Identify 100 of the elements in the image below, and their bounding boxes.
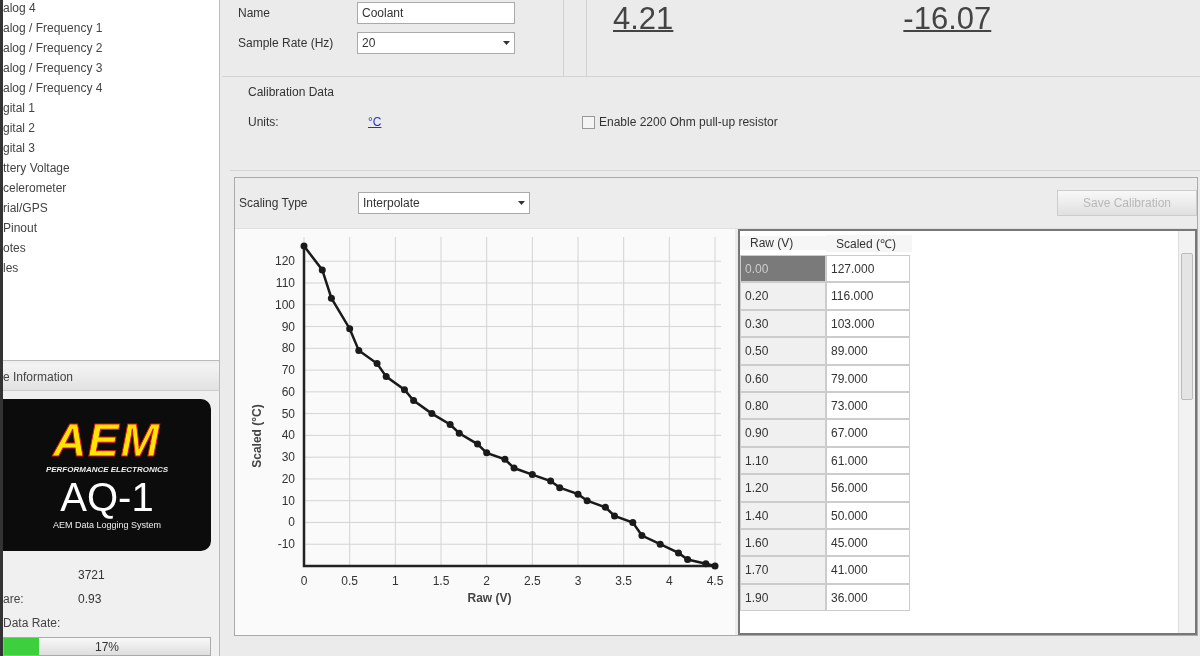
- table-cell[interactable]: 0.20: [740, 282, 826, 310]
- data-point[interactable]: [410, 397, 418, 405]
- checkbox[interactable]: [582, 115, 595, 129]
- data-point[interactable]: [455, 429, 463, 437]
- table-cell[interactable]: 1.70: [740, 556, 826, 584]
- data-point[interactable]: [711, 562, 719, 570]
- data-point[interactable]: [674, 549, 682, 557]
- table-cell[interactable]: 73.000: [826, 391, 910, 420]
- table-cell[interactable]: 116.000: [826, 282, 910, 310]
- table-cell[interactable]: 1.40: [740, 501, 826, 529]
- data-point[interactable]: [501, 455, 509, 463]
- data-point[interactable]: [400, 386, 408, 394]
- progress-reading: 17%: [95, 639, 119, 654]
- table-cell[interactable]: 0.60: [740, 364, 826, 392]
- data-point[interactable]: [355, 347, 363, 354]
- channel-list-item[interactable]: alog / Frequency 2: [3, 40, 219, 60]
- info-value: 3721: [78, 568, 105, 583]
- data-point[interactable]: [474, 440, 482, 448]
- data-point[interactable]: [629, 518, 637, 526]
- channel-list-item[interactable]: rial/GPS: [3, 200, 219, 220]
- data-point[interactable]: [547, 477, 555, 485]
- data-point[interactable]: [684, 555, 692, 563]
- data-point[interactable]: [428, 410, 436, 418]
- table-cell[interactable]: 103.000: [826, 309, 910, 338]
- data-point[interactable]: [446, 421, 454, 428]
- channel-list-item[interactable]: les: [3, 260, 219, 280]
- data-point[interactable]: [656, 540, 664, 548]
- table-cell[interactable]: 79.000: [826, 364, 910, 392]
- table-cell[interactable]: 89.000: [826, 337, 910, 365]
- table-cell[interactable]: 0.50: [740, 337, 826, 365]
- name-field[interactable]: Coolant: [357, 2, 515, 24]
- table-cell[interactable]: 67.000: [826, 419, 910, 447]
- field-label: Scaling Type: [239, 196, 309, 210]
- data-point[interactable]: [382, 373, 390, 381]
- table-cell[interactable]: 1.60: [740, 528, 826, 557]
- data-point[interactable]: [528, 471, 536, 479]
- table-cell[interactable]: 45.000: [826, 528, 910, 557]
- y-tick-label: 70: [281, 363, 295, 378]
- y-tick-label: 60: [281, 384, 295, 399]
- data-point[interactable]: [611, 512, 619, 520]
- channel-list-item[interactable]: otes: [3, 240, 219, 260]
- logo-tagline: PERFORMANCE ELECTRONICS: [45, 464, 169, 474]
- model-name: AQ-1: [60, 473, 154, 520]
- data-point[interactable]: [300, 242, 308, 250]
- info-label: Data Rate:: [3, 616, 61, 631]
- table-cell[interactable]: 0.30: [740, 309, 826, 338]
- data-point[interactable]: [702, 560, 710, 568]
- data-point[interactable]: [483, 449, 491, 457]
- table-cell[interactable]: 0.80: [740, 391, 826, 420]
- table-cell[interactable]: 36.000: [826, 583, 910, 612]
- data-point[interactable]: [556, 484, 564, 492]
- table-cell[interactable]: 0.90: [740, 419, 826, 447]
- table-cell[interactable]: 41.000: [826, 556, 910, 584]
- data-point[interactable]: [346, 325, 354, 333]
- brand-logo: AEM: [52, 416, 162, 463]
- data-point[interactable]: [510, 464, 518, 472]
- units-label: Units:: [248, 115, 280, 129]
- table-cell[interactable]: 127.000: [826, 255, 910, 283]
- sample-rate-dropdown[interactable]: 20: [357, 32, 515, 54]
- data-point[interactable]: [574, 490, 582, 498]
- units-link[interactable]: °C: [368, 115, 582, 129]
- scrollbar-thumb[interactable]: [1181, 253, 1193, 400]
- table-cell[interactable]: 1.90: [740, 583, 826, 612]
- field-label: Sample Rate (Hz): [238, 36, 335, 50]
- x-tick-label: 3: [574, 574, 582, 588]
- channel-list-item[interactable]: alog / Frequency 3: [3, 60, 219, 80]
- column-header[interactable]: Scaled (℃): [826, 234, 912, 252]
- data-point[interactable]: [638, 532, 646, 539]
- channel-list-item[interactable]: gital 3: [3, 140, 219, 160]
- data-point[interactable]: [583, 497, 591, 505]
- y-tick-label: 100: [274, 297, 295, 312]
- channel-list-item[interactable]: gital 1: [3, 100, 219, 120]
- section-header: e Information: [3, 364, 219, 392]
- channel-list-item[interactable]: gital 2: [3, 120, 219, 140]
- data-point[interactable]: [318, 266, 326, 274]
- y-tick-label: 120: [274, 254, 295, 269]
- table-cell[interactable]: 1.10: [740, 446, 826, 475]
- data-point[interactable]: [601, 503, 609, 511]
- channel-list-item[interactable]: alog / Frequency 1: [3, 20, 219, 40]
- scaling-type-dropdown[interactable]: Interpolate: [358, 192, 530, 214]
- table-cell[interactable]: 50.000: [826, 501, 910, 529]
- channel-list-item[interactable]: celerometer: [3, 180, 219, 200]
- column-header[interactable]: Raw (V): [740, 236, 826, 250]
- table-cell[interactable]: 1.20: [740, 474, 826, 502]
- info-label: are:: [3, 592, 24, 607]
- table-cell[interactable]: 61.000: [826, 446, 910, 475]
- table-cell[interactable]: 56.000: [826, 474, 910, 502]
- y-tick-label: 10: [281, 493, 295, 508]
- data-point[interactable]: [327, 294, 335, 302]
- caret-icon: [518, 201, 525, 205]
- channel-list-item[interactable]: alog / Frequency 4: [3, 80, 219, 100]
- x-tick-label: 0: [300, 574, 308, 588]
- channel-list-item[interactable]: Pinout: [3, 220, 219, 240]
- scrollbar[interactable]: [1178, 231, 1195, 633]
- data-point[interactable]: [373, 360, 381, 368]
- logo-subtitle: AEM Data Logging System: [52, 519, 162, 530]
- channel-list-item[interactable]: ttery Voltage: [3, 160, 219, 180]
- channel-list-item[interactable]: alog 4: [3, 0, 219, 20]
- y-tick-label: 90: [281, 319, 295, 334]
- checkbox-label: Enable 2200 Ohm pull-up resistor: [599, 115, 778, 129]
